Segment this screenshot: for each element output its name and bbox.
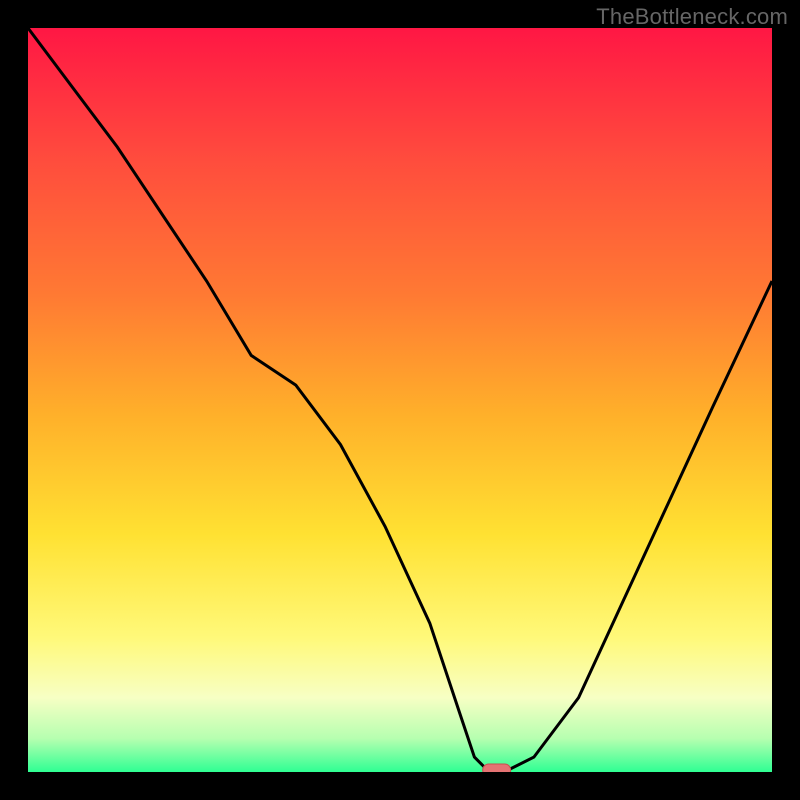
chart-frame: TheBottleneck.com [0, 0, 800, 800]
plot-area [28, 28, 772, 772]
chart-svg [28, 28, 772, 772]
optimal-marker [483, 764, 511, 772]
gradient-background [28, 28, 772, 772]
watermark-text: TheBottleneck.com [596, 4, 788, 30]
